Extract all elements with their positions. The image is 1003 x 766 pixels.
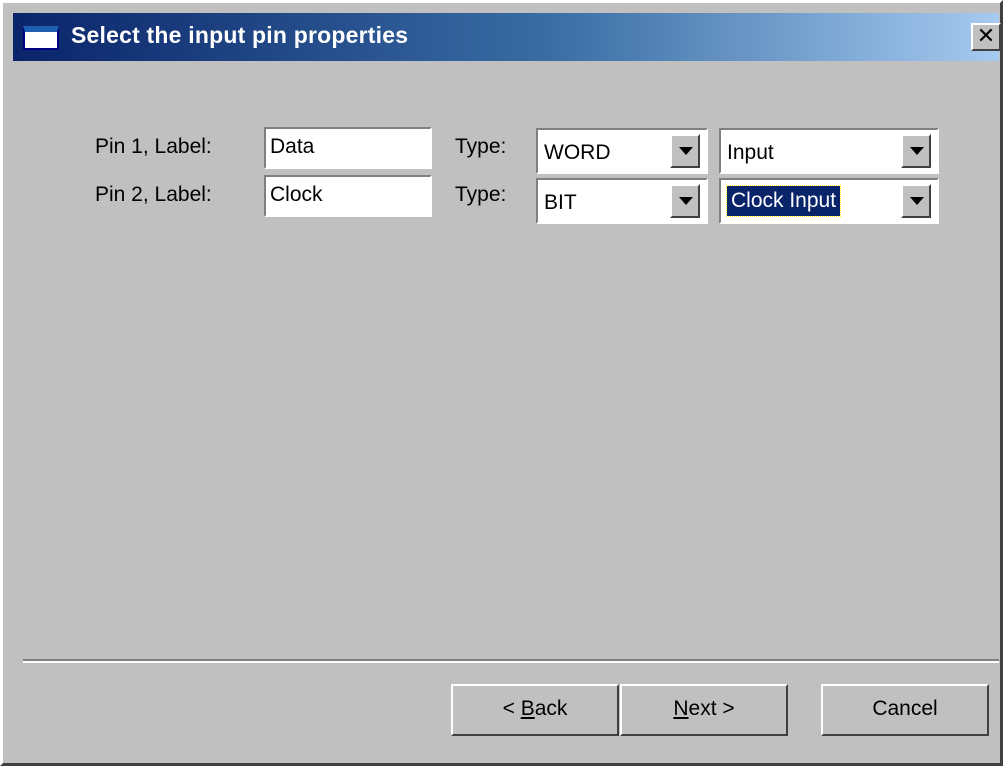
pin1-direction-select[interactable]: Input <box>719 128 939 174</box>
pin1-label-field[interactable]: Data <box>264 127 432 169</box>
back-button-label: ack <box>534 697 568 720</box>
pin1-type-select[interactable]: WORD <box>536 128 708 174</box>
button-separator <box>23 659 999 663</box>
pin2-label-caption: Pin 2, Label: <box>95 183 212 206</box>
pin1-direction-value: Input <box>727 141 774 164</box>
chevron-down-icon[interactable] <box>670 184 700 218</box>
next-button-mnemonic: N <box>673 697 689 720</box>
dialog-window: Select the input pin properties ✕ Pin 1,… <box>0 0 1003 766</box>
chevron-down-icon[interactable] <box>901 134 931 168</box>
window-icon <box>23 26 59 50</box>
cancel-button[interactable]: Cancel <box>821 684 989 736</box>
back-button[interactable]: < Back <box>451 684 619 736</box>
dialog-title: Select the input pin properties <box>71 22 409 48</box>
back-button-mnemonic: B <box>520 697 535 720</box>
pin1-label-caption: Pin 1, Label: <box>95 135 212 158</box>
pin2-direction-select[interactable]: Clock Input <box>719 178 939 224</box>
title-bar[interactable]: Select the input pin properties ✕ <box>13 13 1001 61</box>
pin2-label-field[interactable]: Clock <box>264 175 432 217</box>
pin1-type-value: WORD <box>544 141 611 164</box>
next-button[interactable]: Next > <box>620 684 788 736</box>
chevron-down-icon[interactable] <box>670 134 700 168</box>
next-button-label: ext > <box>688 697 735 720</box>
pin2-direction-value: Clock Input <box>725 185 842 217</box>
pin2-type-select[interactable]: BIT <box>536 178 708 224</box>
close-button[interactable]: ✕ <box>971 23 1001 51</box>
close-icon: ✕ <box>976 23 996 48</box>
pin1-type-caption: Type: <box>455 135 507 158</box>
back-button-prefix: < <box>502 697 521 720</box>
pin2-type-caption: Type: <box>455 183 507 206</box>
pin2-type-value: BIT <box>544 191 577 214</box>
chevron-down-icon[interactable] <box>901 184 931 218</box>
